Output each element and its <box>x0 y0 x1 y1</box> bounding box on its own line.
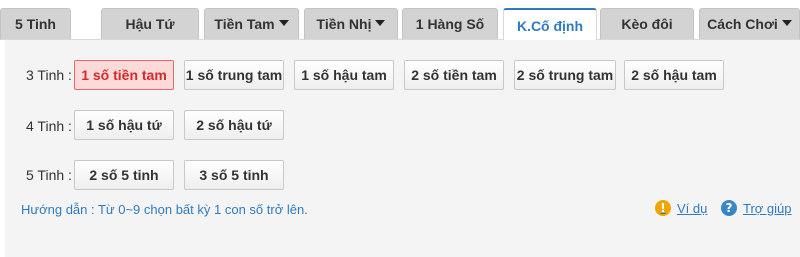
tab-keo-doi[interactable]: Kèo đôi <box>600 8 694 39</box>
option-button[interactable]: 1 số hậu tam <box>294 60 394 90</box>
tab-label: 5 Tinh <box>15 16 56 32</box>
option-button[interactable]: 1 số tiền tam <box>74 60 174 90</box>
option-button[interactable]: 2 số tiền tam <box>404 60 504 90</box>
option-button[interactable]: 1 số hậu tứ <box>74 110 174 140</box>
tab-tien-nhi[interactable]: Tiền Nhị <box>304 8 398 39</box>
tab-k-co-dinh[interactable]: K.Cố định <box>503 8 597 41</box>
tab-tien-tam[interactable]: Tiền Tam <box>204 8 299 39</box>
tab-label: Cách Chơi <box>707 16 778 32</box>
tab-1-hang-so[interactable]: 1 Hàng Số <box>402 8 498 39</box>
row-label-3-tinh: 3 Tinh : <box>26 67 72 83</box>
example-link[interactable]: ! Ví dụ <box>655 200 707 216</box>
tab-label: Tiền Tam <box>214 16 275 32</box>
tab-hau-tu[interactable]: Hậu Tứ <box>101 8 199 39</box>
option-button[interactable]: 2 số hậu tứ <box>184 110 284 140</box>
row-label-4-tinh: 4 Tinh : <box>26 118 72 134</box>
content-panel: 3 Tinh : 1 số tiền tam 1 số trung tam 1 … <box>5 40 800 257</box>
row-label-5-tinh: 5 Tinh : <box>26 167 72 183</box>
example-link-label: Ví dụ <box>677 200 708 216</box>
option-button[interactable]: 2 số 5 tinh <box>74 160 174 190</box>
help-link-label: Trợ giúp <box>743 200 792 216</box>
help-icon: ? <box>721 200 737 216</box>
guide-text: Hướng dẫn : Từ 0~9 chọn bất kỳ 1 con số … <box>21 202 308 217</box>
tab-label: Tiền Nhị <box>316 16 372 32</box>
tab-label: Hậu Tứ <box>125 16 175 32</box>
help-link[interactable]: ? Trợ giúp <box>721 200 792 216</box>
option-button[interactable]: 2 số hậu tam <box>624 60 724 90</box>
chevron-down-icon <box>375 20 386 26</box>
option-button[interactable]: 1 số trung tam <box>184 60 284 90</box>
tab-5-tinh[interactable]: 5 Tinh <box>0 8 71 39</box>
option-button[interactable]: 3 số 5 tinh <box>184 160 284 190</box>
option-button[interactable]: 2 số trung tam <box>514 60 616 90</box>
tab-cach-choi[interactable]: Cách Chơi <box>699 8 800 39</box>
chevron-down-icon <box>781 20 792 26</box>
tab-label: Kèo đôi <box>621 16 673 32</box>
tab-label: K.Cố định <box>516 17 584 34</box>
tab-bar: 5 Tinh Hậu Tứ Tiền Tam Tiền Nhị 1 Hàng S… <box>0 0 800 41</box>
chevron-down-icon <box>278 20 289 26</box>
tab-label: 1 Hàng Số <box>415 16 485 32</box>
warning-icon: ! <box>655 200 671 216</box>
